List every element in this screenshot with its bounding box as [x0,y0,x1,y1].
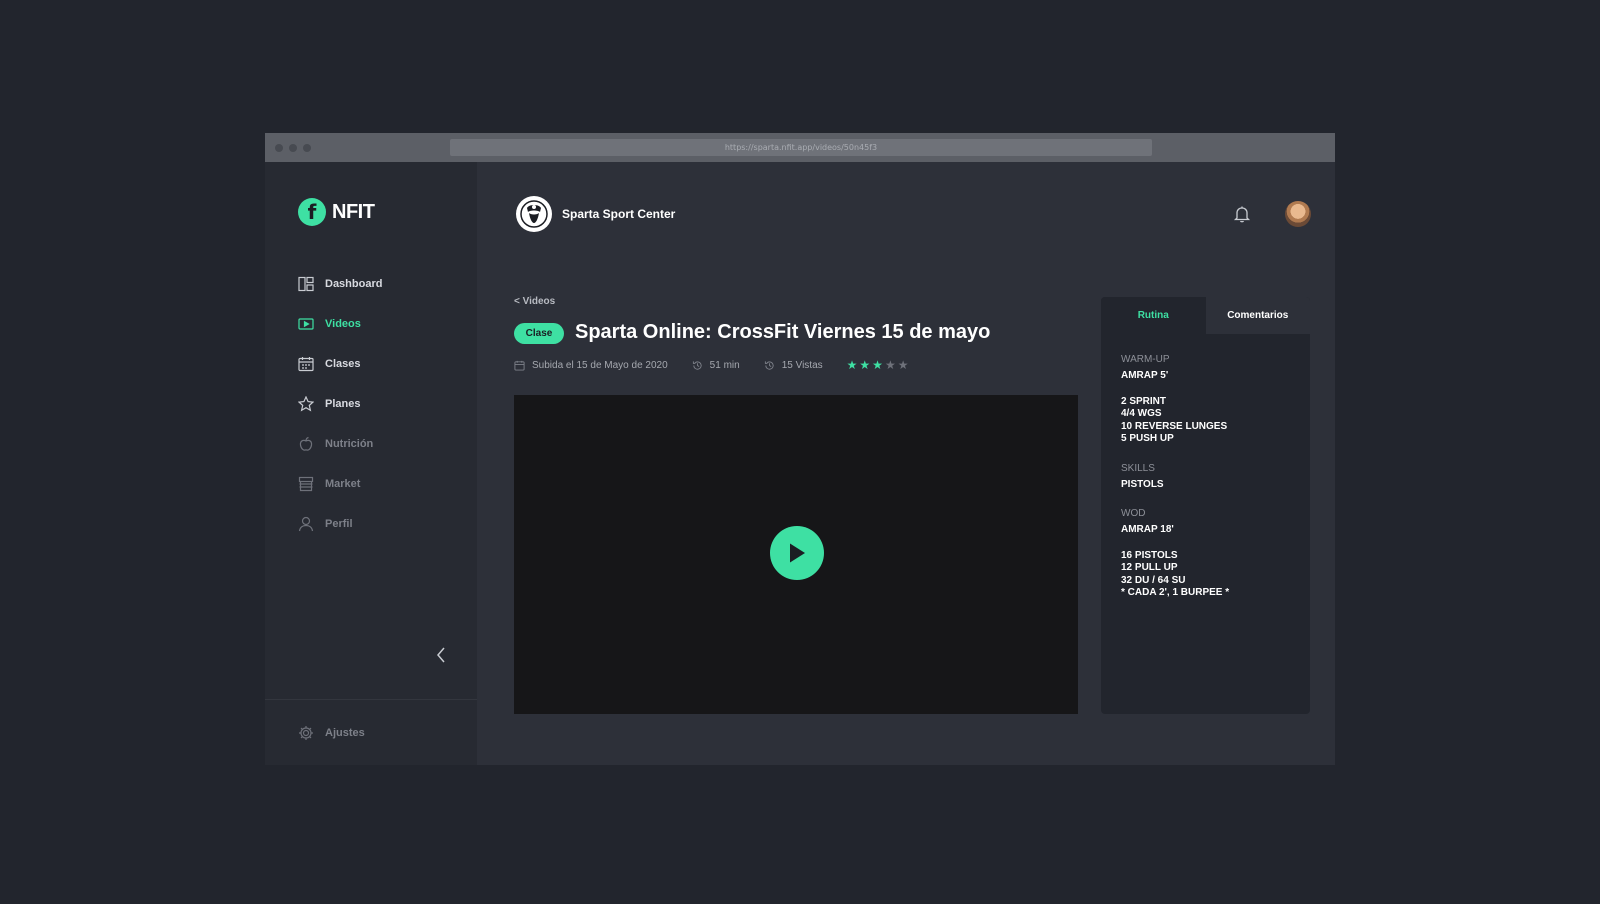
warmup-line: 10 REVERSE LUNGES [1121,420,1228,432]
wod-line: 32 DU / 64 SU [1121,574,1186,586]
bell-icon [1233,206,1251,223]
rating-star-icon[interactable]: ★ [885,359,896,371]
video-title: Sparta Online: CrossFit Viernes 15 de ma… [575,321,991,343]
window-minimize-dot[interactable] [289,144,297,152]
upload-date: Subida el 15 de Mayo de 2020 [514,360,668,371]
back-to-videos-link[interactable]: < Videos [514,296,555,307]
upload-date-text: Subida el 15 de Mayo de 2020 [532,359,668,371]
play-icon [790,543,805,563]
sidebar-divider [265,699,477,700]
sidebar-nav: Dashboard Videos Clases Planes Nutrición… [298,264,382,544]
sidebar-item-label: Clases [325,358,361,370]
collapse-sidebar-button[interactable] [433,646,449,664]
calendar-icon [298,356,314,372]
store-icon [298,476,314,492]
org-header[interactable]: Sparta Sport Center [516,196,675,232]
views-text: 15 Vistas [781,359,823,371]
sidebar-item-label: Dashboard [325,278,383,290]
window-close-dot[interactable] [275,144,283,152]
warmup-line: 5 PUSH UP [1121,433,1174,444]
warmup-line: 2 SPRINT [1121,395,1167,407]
wod-head: AMRAP 18' [1121,524,1174,535]
dashboard-icon [298,276,314,292]
sidebar-item-label: Perfil [325,518,353,530]
history-icon [692,360,702,370]
wod-line: * CADA 2', 1 BURPEE * [1121,587,1230,598]
video-type-badge: Clase [514,323,564,344]
apple-icon [298,436,314,452]
warmup-line: 4/4 WGS [1121,408,1162,419]
wod-title: WOD [1121,508,1146,519]
user-icon [298,516,314,532]
routine-panel: Rutina Comentarios WARM-UP AMRAP 5' 2 SP… [1101,297,1310,714]
sidebar-item-clases[interactable]: Clases [298,344,382,384]
duration-text: 51 min [709,359,740,371]
routine-content: WARM-UP AMRAP 5' 2 SPRINT 4/4 WGS 10 REV… [1101,334,1310,620]
user-avatar[interactable] [1285,201,1311,227]
sidebar-item-ajustes[interactable]: Ajustes [298,713,365,753]
star-icon [298,396,314,412]
window-maximize-dot[interactable] [303,144,311,152]
skills-title: SKILLS [1121,462,1155,474]
notifications-button[interactable] [1233,205,1251,223]
sidebar-item-dashboard[interactable]: Dashboard [298,264,382,304]
video-meta: Subida el 15 de Mayo de 2020 51 min 15 V… [514,359,910,371]
video-views: 15 Vistas [764,360,823,371]
sidebar-item-label: Ajustes [325,727,365,739]
tab-rutina[interactable]: Rutina [1101,297,1206,334]
rating-star-icon[interactable]: ★ [898,359,909,371]
browser-titlebar: https://sparta.nfit.app/videos/50n45f3 [265,133,1335,162]
sidebar: f NFIT Dashboard Videos Clases Planes Nu… [265,162,477,765]
star-rating[interactable]: ★ ★ ★ ★ ★ [847,359,911,371]
brand-logo[interactable]: f NFIT [298,198,375,226]
tab-comentarios[interactable]: Comentarios [1205,297,1310,334]
nfit-logo-icon: f [298,198,326,226]
sidebar-item-nutricion[interactable]: Nutrición [298,424,382,464]
sidebar-item-label: Nutrición [325,438,374,450]
warmup-title: WARM-UP [1121,354,1170,365]
sidebar-item-perfil[interactable]: Perfil [298,504,382,544]
calendar-icon [514,360,525,371]
chevron-left-icon [437,647,445,663]
play-button[interactable] [770,526,824,580]
sidebar-item-market[interactable]: Market [298,464,382,504]
app-window: https://sparta.nfit.app/videos/50n45f3 f… [265,133,1335,765]
org-name: Sparta Sport Center [562,207,676,221]
brand-name: NFIT [332,200,375,223]
rating-star-icon[interactable]: ★ [859,359,870,371]
gear-icon [298,725,314,741]
video-icon [298,316,314,332]
video-player[interactable] [514,395,1078,714]
wod-line: 16 PISTOLS [1121,549,1178,561]
rating-star-icon[interactable]: ★ [872,359,883,371]
sidebar-item-planes[interactable]: Planes [298,384,382,424]
wod-line: 12 PULL UP [1121,562,1178,573]
sidebar-item-videos[interactable]: Videos [298,304,382,344]
settings-nav: Ajustes [298,713,365,753]
skills-line: PISTOLS [1121,478,1164,490]
sidebar-item-label: Market [325,478,361,490]
video-duration: 51 min [692,360,740,371]
sparta-logo-icon [516,196,552,232]
panel-tabs: Rutina Comentarios [1101,297,1310,334]
history-icon [764,360,774,370]
url-bar[interactable]: https://sparta.nfit.app/videos/50n45f3 [450,139,1152,156]
warmup-head: AMRAP 5' [1121,370,1169,381]
rating-star-icon[interactable]: ★ [847,359,858,371]
sidebar-item-label: Videos [325,318,361,330]
sidebar-item-label: Planes [325,398,361,410]
